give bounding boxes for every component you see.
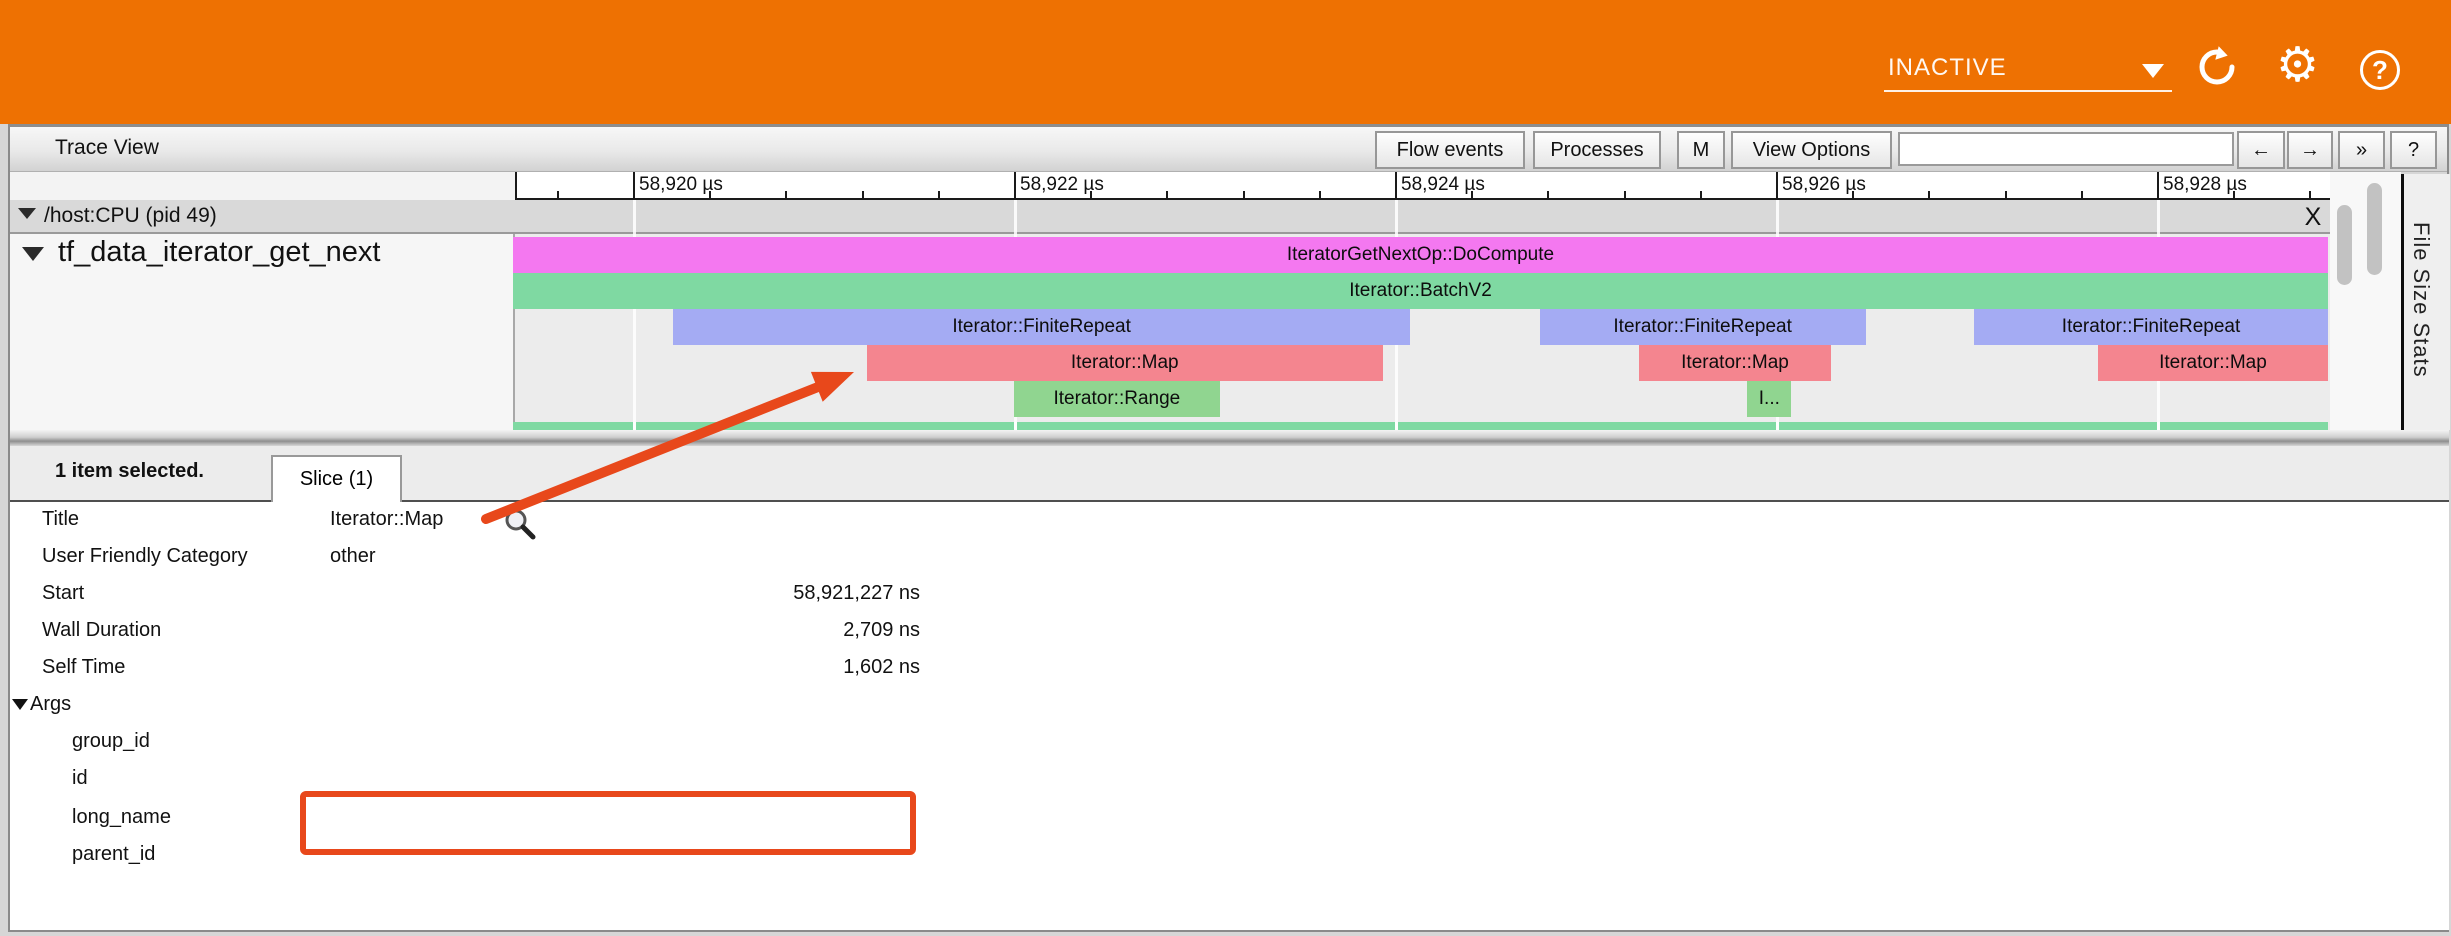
clipped-next-row-strip — [513, 422, 2328, 430]
axis-major-tick — [633, 172, 635, 200]
button-help[interactable]: ? — [2390, 131, 2437, 169]
file-size-stats-label: File Size Stats — [2408, 222, 2434, 378]
gridline — [1776, 422, 1779, 430]
tab-slice[interactable]: Slice (1) — [271, 455, 402, 502]
axis-minor-tick — [1319, 191, 1321, 200]
search-input[interactable] — [1898, 132, 2234, 166]
pane-splitter[interactable] — [10, 430, 2449, 446]
gridline — [633, 422, 636, 430]
detail-label: Self Time — [42, 656, 125, 679]
arg-key: long_name — [72, 806, 171, 829]
axis-minor-tick — [938, 191, 940, 200]
trace-slice[interactable]: Iterator::Map — [1639, 345, 1831, 381]
trace-slice[interactable]: Iterator::FiniteRepeat — [1974, 309, 2328, 345]
run-selector-dropdown[interactable]: INACTIVE — [1884, 50, 2174, 92]
gridline — [633, 200, 636, 429]
axis-minor-tick — [1243, 191, 1245, 200]
thread-label: tf_data_iterator_get_next — [58, 236, 380, 269]
triangle-down-icon — [12, 699, 28, 710]
axis-minor-tick — [862, 191, 864, 200]
axis-major-tick — [1395, 172, 1397, 200]
axis-major-tick — [2157, 172, 2159, 200]
detail-value: other — [330, 545, 376, 568]
detail-value: Iterator::Map — [330, 508, 443, 531]
gridline — [1014, 422, 1017, 430]
selection-status: 1 item selected. — [55, 460, 204, 483]
process-row-host-cpu[interactable] — [10, 200, 2330, 234]
refresh-icon[interactable] — [2196, 46, 2238, 88]
gridline — [2157, 422, 2160, 430]
button-view-options[interactable]: View Options — [1731, 131, 1892, 169]
axis-minor-tick — [557, 191, 559, 200]
button-flow-events[interactable]: Flow events — [1375, 131, 1525, 169]
trace-slice[interactable]: Iterator::FiniteRepeat — [1540, 309, 1866, 345]
axis-minor-tick — [2081, 191, 2083, 200]
detail-label: Start — [42, 582, 84, 605]
tensorboard-profile-trace-page: INACTIVE ⚙ ? Trace View Flow eventsProce… — [0, 0, 2451, 936]
axis-minor-tick — [709, 191, 711, 200]
run-selector-value: INACTIVE — [1888, 54, 2007, 82]
axis-major-tick — [1014, 172, 1016, 200]
vertical-scrollbar[interactable] — [2367, 183, 2382, 275]
axis-minor-tick — [1624, 191, 1626, 200]
axis-minor-tick — [1852, 191, 1854, 200]
help-icon[interactable]: ? — [2360, 50, 2400, 90]
button-prev[interactable]: ← — [2237, 131, 2285, 169]
axis-minor-tick — [2005, 191, 2007, 200]
gear-icon[interactable]: ⚙ — [2276, 40, 2319, 92]
button-next[interactable]: → — [2287, 131, 2333, 169]
trace-slice[interactable]: Iterator::Map — [2098, 345, 2328, 381]
detail-label: Wall Duration — [42, 619, 161, 642]
axis-minor-tick — [1700, 191, 1702, 200]
button-more[interactable]: » — [2338, 131, 2385, 169]
search-icon[interactable] — [503, 507, 537, 541]
axis-minor-tick — [1547, 191, 1549, 200]
axis-minor-tick — [2309, 191, 2311, 200]
args-expander[interactable]: Args — [12, 693, 71, 716]
highlight-box-annotation — [300, 791, 916, 855]
button-m[interactable]: M — [1677, 131, 1725, 169]
arg-key: id — [72, 767, 88, 790]
trace-slice[interactable]: Iterator::Map — [867, 345, 1383, 381]
axis-minor-tick — [1166, 191, 1168, 200]
arg-key: group_id — [72, 730, 150, 753]
detail-value: 58,921,227 ns — [330, 582, 920, 605]
axis-major-tick — [1776, 172, 1778, 200]
trace-slice[interactable]: Iterator::BatchV2 — [513, 273, 2328, 309]
button-processes[interactable]: Processes — [1533, 131, 1661, 169]
detail-value: 1,602 ns — [330, 656, 920, 679]
trace-slice[interactable]: Iterator::FiniteRepeat — [673, 309, 1410, 345]
detail-label: User Friendly Category — [42, 545, 248, 568]
vertical-scrollbar[interactable] — [2337, 205, 2352, 285]
close-icon[interactable]: X — [2298, 203, 2328, 231]
trace-slice[interactable]: IteratorGetNextOp::DoCompute — [513, 237, 2328, 273]
axis-left-spacer — [10, 172, 515, 200]
panel-bottom-border — [8, 930, 2449, 932]
axis-minor-tick — [1471, 191, 1473, 200]
trace-slice[interactable]: Iterator::Range — [1014, 381, 1220, 417]
axis-minor-tick — [1090, 191, 1092, 200]
process-row-label: /host:CPU (pid 49) — [44, 204, 217, 228]
axis-minor-tick — [785, 191, 787, 200]
axis-minor-tick — [2233, 191, 2235, 200]
detail-label: Title — [42, 508, 79, 531]
dropdown-underline — [1884, 90, 2172, 92]
axis-minor-tick — [1928, 191, 1930, 200]
arg-key: parent_id — [72, 843, 155, 866]
gridline — [1395, 422, 1398, 430]
collapse-triangle-icon[interactable] — [22, 247, 44, 261]
chevron-down-icon — [2142, 64, 2164, 78]
collapse-triangle-icon[interactable] — [18, 208, 36, 219]
trace-slice[interactable]: I... — [1747, 381, 1791, 417]
trace-view-title: Trace View — [55, 136, 159, 160]
detail-value: 2,709 ns — [330, 619, 920, 642]
